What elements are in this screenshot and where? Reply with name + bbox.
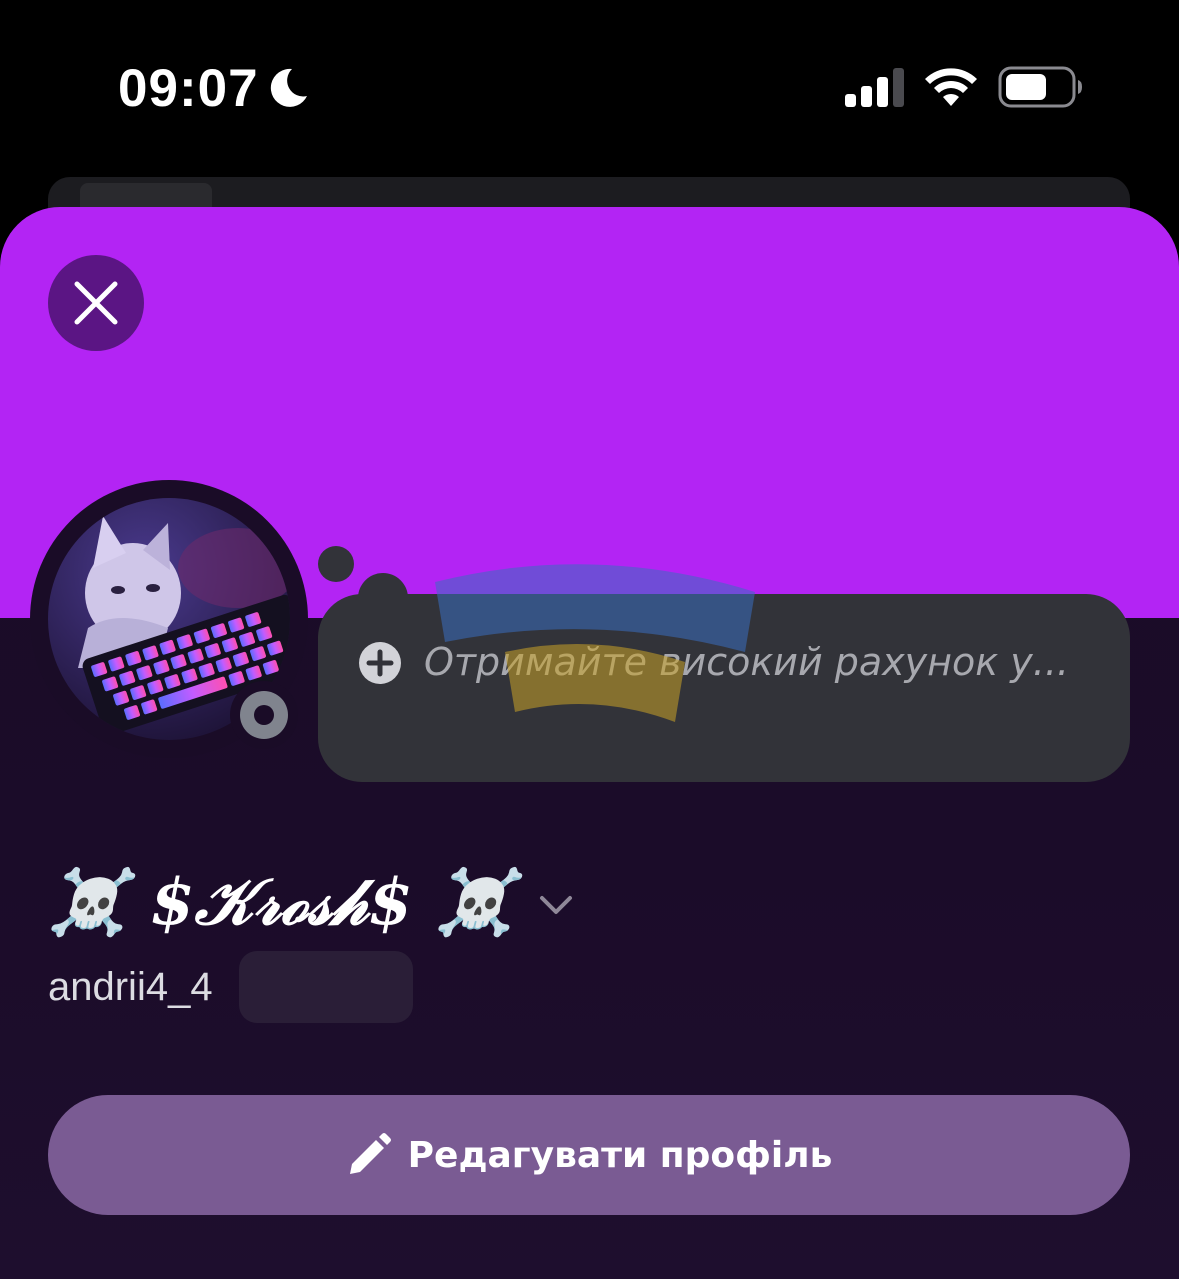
status-bubble-dot-small [318, 546, 354, 582]
redacted-pill [238, 951, 413, 1023]
username-row: andrii4_4 [48, 951, 413, 1023]
cellular-signal-icon [845, 68, 904, 107]
presence-indicator-hole [254, 705, 274, 725]
profile-screen: 09:07 Отримайте високий рахунок у... ☠️ … [0, 0, 1179, 1279]
profile-sheet: Отримайте високий рахунок у... ☠️ $𝒦𝓇ℴ𝓈𝒽… [0, 207, 1179, 1279]
custom-status-placeholder: Отримайте високий рахунок у... [424, 640, 1069, 684]
username: andrii4_4 [48, 964, 213, 1009]
custom-status-bubble[interactable]: Отримайте високий рахунок у... [318, 594, 1130, 782]
status-time: 09:07 [118, 59, 259, 118]
display-name-row: ☠️ $𝒦𝓇ℴ𝓈𝒽$ ☠️ [48, 857, 573, 947]
add-circle-icon [359, 641, 401, 684]
wifi-icon [925, 68, 977, 106]
presence-offline-icon [240, 691, 288, 739]
status-bar: 09:07 [0, 0, 1179, 175]
battery-icon [998, 66, 1082, 108]
edit-profile-button[interactable]: Редагувати профіль [48, 1095, 1130, 1215]
close-icon [74, 281, 118, 325]
display-name: ☠️ $𝒦𝓇ℴ𝓈𝒽$ ☠️ [48, 864, 515, 940]
edit-profile-label: Редагувати профіль [407, 1134, 833, 1176]
pencil-icon [349, 1133, 391, 1174]
moon-icon [270, 68, 307, 107]
chevron-down-icon[interactable] [539, 894, 573, 916]
close-button[interactable] [48, 255, 144, 351]
